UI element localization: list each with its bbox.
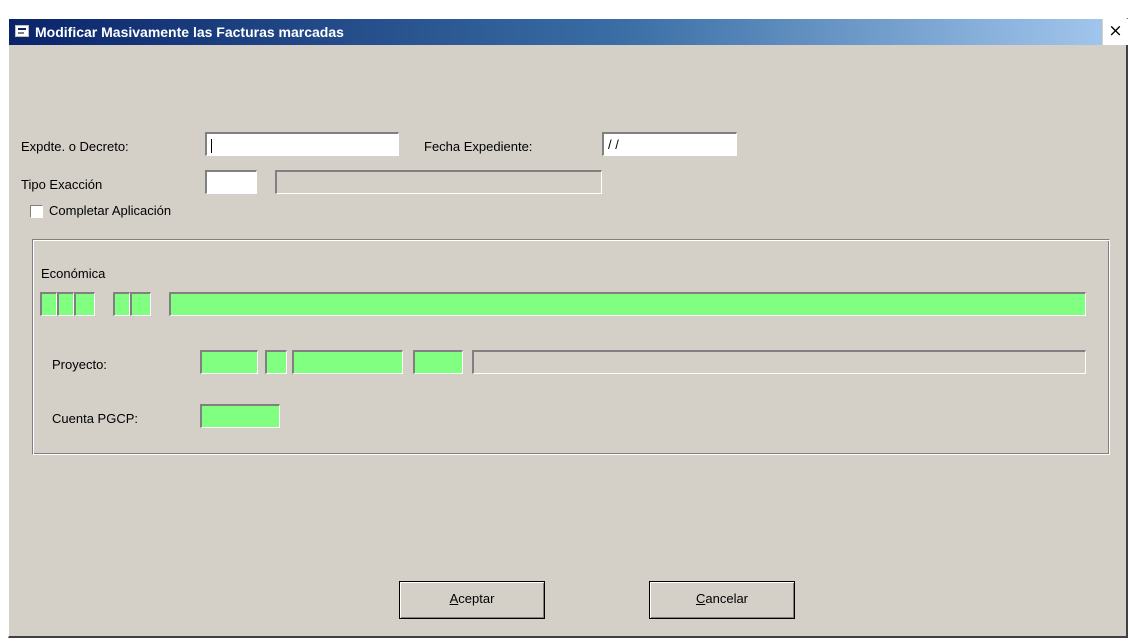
proyecto-segment-4[interactable] <box>413 350 463 374</box>
window-title: Modificar Masivamente las Facturas marca… <box>35 24 344 40</box>
tipo-exaccion-label: Tipo Exacción <box>21 177 103 192</box>
cancelar-label: ancelar <box>705 591 749 606</box>
fecha-expediente-label: Fecha Expediente: <box>424 139 533 154</box>
completar-aplicacion-checkbox[interactable] <box>30 205 43 218</box>
title-bar: Modificar Masivamente las Facturas marca… <box>9 19 1128 45</box>
economica-segment-2[interactable] <box>57 292 74 316</box>
window-app-icon <box>15 25 29 37</box>
economica-segment-1[interactable] <box>40 292 57 316</box>
proyecto-segment-2[interactable] <box>265 350 287 374</box>
aceptar-hotkey: A <box>449 591 459 606</box>
dialog-window: Modificar Masivamente las Facturas marca… <box>8 18 1128 638</box>
close-icon[interactable]: × <box>1102 19 1128 45</box>
economica-description <box>169 292 1086 316</box>
cuenta-pgcp-label: Cuenta PGCP: <box>52 411 138 426</box>
tipo-exaccion-code-input[interactable] <box>205 170 257 194</box>
tipo-exaccion-description <box>275 170 602 194</box>
proyecto-description <box>472 350 1086 374</box>
aceptar-button[interactable]: Aceptar <box>399 581 545 619</box>
cuenta-pgcp-input[interactable] <box>200 404 280 428</box>
economica-label: Económica <box>41 266 106 281</box>
aceptar-label: ceptar <box>458 591 495 606</box>
economica-segment-3[interactable] <box>74 292 95 316</box>
cancelar-hotkey: C <box>695 591 706 606</box>
economica-segment-5[interactable] <box>130 292 151 316</box>
economica-segment-4[interactable] <box>113 292 130 316</box>
proyecto-segment-3[interactable] <box>292 350 403 374</box>
cancelar-button[interactable]: Cancelar <box>649 581 795 619</box>
completar-aplicacion-label: Completar Aplicación <box>49 203 172 218</box>
proyecto-segment-1[interactable] <box>200 350 258 374</box>
proyecto-label: Proyecto: <box>52 357 107 372</box>
expediente-label: Expdte. o Decreto: <box>21 139 129 154</box>
aplicacion-group <box>32 239 1110 455</box>
expediente-input[interactable] <box>205 132 399 156</box>
text-caret <box>211 138 212 153</box>
fecha-expediente-input[interactable]: / / <box>602 132 737 156</box>
